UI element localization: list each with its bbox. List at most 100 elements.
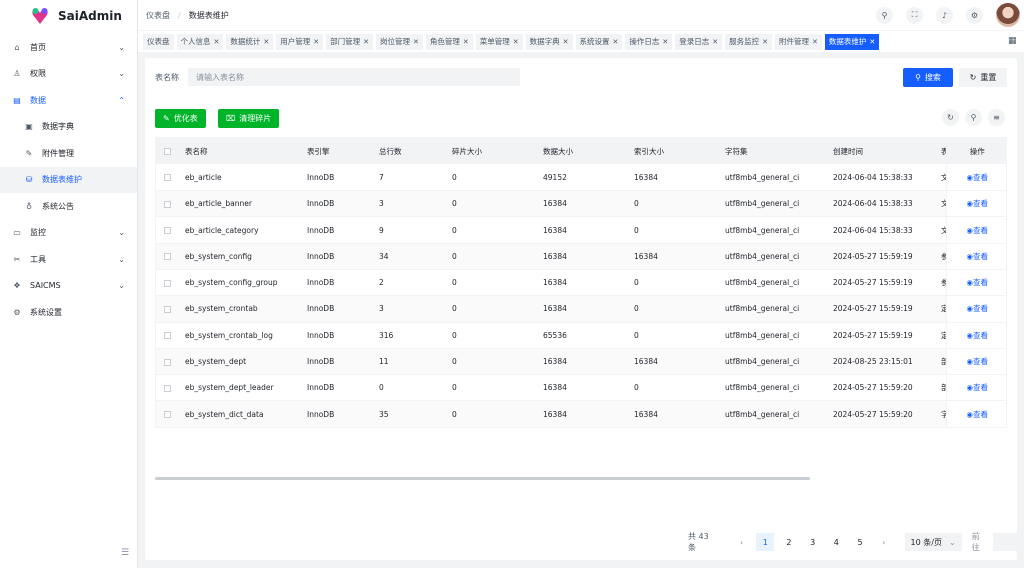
- tab-post[interactable]: 岗位管理 ✕: [376, 33, 423, 50]
- breadcrumb-item[interactable]: 仪表盘: [146, 10, 170, 21]
- view-button[interactable]: ◉查看: [945, 190, 1006, 217]
- page-4[interactable]: 4: [827, 533, 845, 551]
- search-icon[interactable]: ⚲: [876, 6, 893, 24]
- table-row[interactable]: eb_article_category InnoDB 9 0 16384 0 utf8mb4…: [156, 216, 1006, 244]
- close-icon[interactable]: ✕: [263, 34, 269, 50]
- close-icon[interactable]: ✕: [563, 34, 569, 50]
- sidebar-item-table-maintain[interactable]: ⛁ 数据表维护: [0, 166, 137, 193]
- view-button[interactable]: ◉查看: [945, 269, 1006, 296]
- grid-menu-icon[interactable]: ▦: [1008, 36, 1018, 46]
- view-button[interactable]: ◉查看: [945, 295, 1006, 323]
- menu-collapse-icon[interactable]: ☰: [119, 548, 131, 560]
- optimize-table-button[interactable]: ✎ 优化表: [155, 109, 206, 128]
- search-toggle-icon[interactable]: ⚲: [965, 109, 982, 126]
- sidebar-item-data[interactable]: ▤ 数据 ⌃: [0, 87, 137, 114]
- tab-server-monitor[interactable]: 服务监控 ✕: [725, 33, 772, 50]
- row-checkbox[interactable]: [156, 375, 180, 401]
- view-button[interactable]: ◉查看: [945, 322, 1006, 349]
- table-cell: 定时任务: [936, 296, 946, 322]
- close-icon[interactable]: ✕: [313, 34, 319, 50]
- row-checkbox[interactable]: [156, 348, 180, 374]
- close-icon[interactable]: ✕: [762, 34, 768, 50]
- tab-attachment[interactable]: 附件管理 ✕: [775, 33, 822, 50]
- tab-role[interactable]: 角色管理 ✕: [425, 33, 473, 50]
- table-row[interactable]: eb_system_dict_data InnoDB 35 0 16384 16384 ut…: [156, 400, 1006, 427]
- gear-icon[interactable]: ⚙: [966, 6, 983, 24]
- horizontal-scrollbar[interactable]: [155, 477, 810, 480]
- table-row[interactable]: eb_system_config_group InnoDB 2 0 16384 0 utf8…: [156, 269, 1006, 296]
- table-name-input[interactable]: [188, 68, 520, 86]
- sidebar-item-monitor[interactable]: ▭ 监控 ⌄: [0, 220, 137, 247]
- tab-dashboard[interactable]: 仪表盘: [143, 33, 174, 50]
- tab-profile[interactable]: 个人信息 ✕: [176, 33, 224, 50]
- goto-page-input[interactable]: [993, 533, 1018, 551]
- close-icon[interactable]: ✕: [812, 34, 818, 50]
- prev-page-icon[interactable]: ‹: [733, 533, 751, 551]
- view-button[interactable]: ◉查看: [945, 374, 1006, 401]
- fullscreen-icon[interactable]: ⛶: [906, 6, 923, 24]
- page-5[interactable]: 5: [851, 533, 869, 551]
- sidebar-item-home[interactable]: ⌂ 首页 ⌄: [0, 34, 137, 61]
- column-settings-icon[interactable]: ≡: [988, 109, 1005, 126]
- row-checkbox[interactable]: [156, 296, 180, 322]
- page-size-select[interactable]: 10 条/页 ⌄: [904, 533, 962, 551]
- row-checkbox[interactable]: [156, 269, 180, 295]
- table-row[interactable]: eb_article InnoDB 7 0 49152 16384 utf8mb4_gene…: [156, 164, 1006, 191]
- tab-login-log[interactable]: 登录日志 ✕: [675, 33, 723, 50]
- page-3[interactable]: 3: [804, 533, 822, 551]
- clean-fragment-button[interactable]: ⌧ 清理碎片: [218, 109, 280, 128]
- tab-dept[interactable]: 部门管理 ✕: [326, 33, 373, 50]
- view-button[interactable]: ◉查看: [945, 348, 1006, 375]
- tab-table-maintain[interactable]: 数据表维护 ✕: [824, 33, 880, 50]
- table-row[interactable]: eb_system_crontab InnoDB 3 0 16384 0 utf8mb4_g…: [156, 295, 1006, 323]
- page-2[interactable]: 2: [780, 533, 798, 551]
- sidebar-item-notice[interactable]: ♁ 系统公告: [0, 193, 137, 220]
- sidebar-item-tools[interactable]: ✂ 工具 ⌄: [0, 246, 137, 273]
- close-icon[interactable]: ✕: [463, 34, 469, 50]
- close-icon[interactable]: ✕: [513, 34, 519, 50]
- table-row[interactable]: eb_system_dept InnoDB 11 0 16384 16384 utf8mb4…: [156, 348, 1006, 375]
- select-all-checkbox[interactable]: [156, 138, 180, 165]
- row-checkbox[interactable]: [156, 401, 180, 427]
- row-checkbox[interactable]: [156, 164, 180, 190]
- sidebar-item-label: 数据: [30, 95, 46, 105]
- row-checkbox[interactable]: [156, 322, 180, 348]
- next-page-icon[interactable]: ›: [875, 533, 893, 551]
- table-row[interactable]: eb_system_config InnoDB 34 0 16384 16384 utf8m…: [156, 243, 1006, 270]
- sidebar-item-attachment[interactable]: ✎ 附件管理: [0, 140, 137, 167]
- reset-button[interactable]: ↻ 重置: [959, 68, 1007, 87]
- row-checkbox[interactable]: [156, 191, 180, 217]
- close-icon[interactable]: ✕: [413, 34, 419, 50]
- close-icon[interactable]: ✕: [363, 34, 369, 50]
- avatar[interactable]: [996, 3, 1020, 27]
- close-icon[interactable]: ✕: [214, 34, 220, 50]
- table-row[interactable]: eb_system_crontab_log InnoDB 316 0 65536 0 utf…: [156, 322, 1006, 349]
- row-checkbox[interactable]: [156, 243, 180, 269]
- close-icon[interactable]: ✕: [712, 34, 718, 50]
- search-button[interactable]: ⚲ 搜索: [903, 68, 953, 87]
- sidebar-item-saicms[interactable]: ❖ SAICMS ⌄: [0, 273, 137, 300]
- tab-stats[interactable]: 数据统计 ✕: [226, 33, 274, 50]
- view-button[interactable]: ◉查看: [945, 400, 1006, 427]
- tab-users[interactable]: 用户管理 ✕: [276, 33, 324, 50]
- page-1[interactable]: 1: [756, 533, 775, 551]
- close-icon[interactable]: ✕: [869, 34, 875, 50]
- sidebar-item-system-settings[interactable]: ⚙ 系统设置: [0, 299, 137, 326]
- row-checkbox[interactable]: [156, 217, 180, 243]
- bell-icon[interactable]: ♪: [936, 6, 953, 24]
- table-row[interactable]: eb_article_banner InnoDB 3 0 16384 0 utf8mb4_g…: [156, 190, 1006, 217]
- close-icon[interactable]: ✕: [662, 34, 668, 50]
- view-button[interactable]: ◉查看: [945, 243, 1006, 270]
- sidebar-item-permission[interactable]: ♙ 权限 ⌄: [0, 61, 137, 88]
- sidebar-item-dict[interactable]: ▣ 数据字典: [0, 114, 137, 141]
- table-row[interactable]: eb_system_dept_leader InnoDB 0 0 16384 0 utf8m…: [156, 374, 1006, 401]
- tab-oper-log[interactable]: 操作日志 ✕: [625, 33, 673, 50]
- logo[interactable]: SaiAdmin: [0, 2, 137, 30]
- view-button[interactable]: ◉查看: [945, 216, 1006, 244]
- refresh-icon[interactable]: ↻: [942, 109, 959, 126]
- tab-dict[interactable]: 数据字典 ✕: [525, 33, 573, 50]
- close-icon[interactable]: ✕: [613, 34, 619, 50]
- tab-system-settings[interactable]: 系统设置 ✕: [575, 33, 623, 50]
- view-button[interactable]: ◉查看: [945, 164, 1006, 191]
- tab-menu[interactable]: 菜单管理 ✕: [475, 33, 523, 50]
